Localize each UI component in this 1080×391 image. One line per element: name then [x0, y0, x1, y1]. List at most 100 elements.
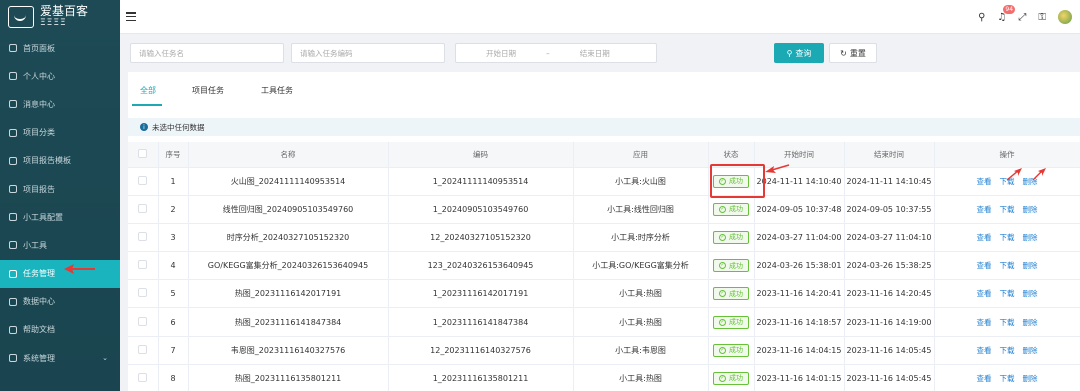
search-button-label: 查询	[795, 48, 812, 58]
row-end-time: 2023-11-16 14:19:00	[844, 307, 935, 337]
sidebar-item-label: 消息中心	[23, 99, 55, 109]
view-link[interactable]: 查看	[977, 177, 992, 186]
delete-link[interactable]: 删除	[1023, 318, 1038, 327]
download-link[interactable]: 下载	[1000, 318, 1015, 327]
view-link[interactable]: 查看	[977, 289, 992, 298]
sidebar-item-5[interactable]: 项目报告	[0, 175, 120, 203]
category-icon	[9, 128, 17, 137]
row-start-time: 2023-11-16 14:01:15	[754, 364, 845, 391]
start-date-input[interactable]: 开始日期	[486, 48, 516, 59]
task-icon	[9, 269, 17, 278]
view-link[interactable]: 查看	[977, 374, 992, 383]
row-index: 3	[158, 223, 189, 253]
sidebar-item-9[interactable]: 数据中心	[0, 288, 120, 316]
sidebar-item-10[interactable]: 帮助文档	[0, 316, 120, 344]
delete-link[interactable]: 删除	[1023, 233, 1038, 242]
end-date-input[interactable]: 结束日期	[580, 48, 610, 59]
row-actions: 查看 下载 删除	[934, 307, 1080, 337]
delete-link[interactable]: 删除	[1023, 289, 1038, 298]
select-all-checkbox[interactable]	[138, 148, 148, 158]
row-checkbox[interactable]	[138, 260, 148, 270]
row-checkbox[interactable]	[138, 203, 148, 213]
view-link[interactable]: 查看	[977, 233, 992, 242]
download-link[interactable]: 下载	[1000, 289, 1015, 298]
sidebar-item-label: 系统管理	[23, 353, 55, 363]
task-name-input[interactable]: 请输入任务名	[130, 43, 284, 63]
table-header-row: 序号 名称 编码 应用 状态 开始时间 结束时间 操作	[128, 142, 1080, 168]
view-link[interactable]: 查看	[977, 346, 992, 355]
view-link[interactable]: 查看	[977, 205, 992, 214]
row-app: 小工具:时序分析	[573, 223, 709, 253]
delete-link[interactable]: 删除	[1023, 346, 1038, 355]
sidebar-item-0[interactable]: 首页面板	[0, 34, 120, 62]
search-button[interactable]: ⚲ 查询	[774, 43, 824, 63]
row-select-cell	[128, 279, 159, 309]
delete-link[interactable]: 删除	[1023, 261, 1038, 270]
row-checkbox[interactable]	[138, 231, 148, 241]
sidebar: 爱基百客 ΞΞΞΞ 首页面板 个人中心消息中心项目分类 项目报告模板 项目报告小工具配…	[0, 0, 120, 391]
sidebar-item-2[interactable]: 消息中心	[0, 90, 120, 118]
row-name: 热图_20231116135801211	[188, 364, 389, 391]
row-name: 韦恩图_20231116140327576	[188, 336, 389, 365]
tab-underline	[132, 104, 162, 106]
row-checkbox[interactable]	[138, 175, 148, 185]
row-actions: 查看 下载 删除	[934, 223, 1080, 253]
download-link[interactable]: 下载	[1000, 233, 1015, 242]
sidebar-item-label: 小工具配置	[23, 212, 63, 222]
sidebar-item-7[interactable]: 小工具	[0, 231, 120, 259]
status-badge: ✓ 成功	[713, 287, 749, 301]
avatar[interactable]	[1058, 10, 1072, 24]
sidebar-item-4[interactable]: 项目报告模板	[0, 147, 120, 175]
row-name: 热图_20231116142017191	[188, 279, 389, 309]
sidebar-item-3[interactable]: 项目分类	[0, 119, 120, 147]
search-icon[interactable]: ⚲	[978, 12, 985, 23]
row-code: 123_20240326153640945	[388, 251, 574, 281]
delete-link[interactable]: 删除	[1023, 374, 1038, 383]
row-checkbox[interactable]	[138, 372, 148, 382]
row-name: 火山图_20241111140953514	[188, 167, 389, 196]
date-range-picker[interactable]: 开始日期 – 结束日期	[455, 43, 657, 63]
table-row: 1 火山图_20241111140953514 1_2024111114095351…	[128, 167, 1080, 196]
sidebar-item-8[interactable]: 任务管理	[0, 259, 120, 288]
tab-bar: 全部 项目任务 工具任务	[128, 72, 1080, 108]
lock-icon[interactable]: ⚿	[1038, 12, 1046, 23]
task-code-input[interactable]: 请输入任务编码	[291, 43, 445, 63]
check-circle-icon: ✓	[719, 205, 726, 213]
row-index: 2	[158, 195, 189, 224]
download-link[interactable]: 下载	[1000, 205, 1015, 214]
row-index: 7	[158, 336, 189, 365]
notification-badge: 94	[1003, 4, 1016, 14]
download-link[interactable]: 下载	[1000, 261, 1015, 270]
download-link[interactable]: 下载	[1000, 346, 1015, 355]
row-actions: 查看 下载 删除	[934, 195, 1080, 224]
tab-project-tasks[interactable]: 项目任务	[192, 85, 224, 96]
download-link[interactable]: 下载	[1000, 374, 1015, 383]
menu-toggle-icon[interactable]	[126, 12, 136, 21]
sidebar-item-label: 帮助文档	[23, 325, 55, 335]
row-checkbox[interactable]	[138, 316, 148, 326]
data-icon	[9, 297, 17, 306]
row-end-time: 2023-11-16 14:20:45	[844, 279, 935, 309]
tab-tool-tasks[interactable]: 工具任务	[261, 85, 293, 96]
reset-button[interactable]: ↻ 重置	[829, 43, 877, 63]
task-table: 序号 名称 编码 应用 状态 开始时间 结束时间 操作 1 火山图_2024111…	[128, 142, 1080, 391]
row-name: 热图_20231116141847384	[188, 307, 389, 337]
content-panel: 全部 项目任务 工具任务 i 未选中任何数据 序号 名称 编码 应用 状态 开始…	[128, 72, 1080, 391]
alert-text: 未选中任何数据	[152, 122, 205, 132]
tab-all[interactable]: 全部	[140, 85, 156, 96]
sidebar-item-11[interactable]: 系统管理 ⌄	[0, 344, 120, 372]
sidebar-item-6[interactable]: 小工具配置	[0, 203, 120, 231]
row-checkbox[interactable]	[138, 344, 148, 354]
status-text: 成功	[729, 318, 743, 327]
view-link[interactable]: 查看	[977, 261, 992, 270]
help-icon	[9, 325, 17, 334]
status-text: 成功	[729, 289, 743, 298]
sidebar-item-1[interactable]: 个人中心	[0, 62, 120, 90]
bell-icon[interactable]: ♫ 94	[997, 4, 1016, 23]
delete-link[interactable]: 删除	[1023, 205, 1038, 214]
fullscreen-icon[interactable]: ⤢	[1018, 12, 1026, 23]
logo: 爱基百客 ΞΞΞΞ	[0, 0, 120, 34]
view-link[interactable]: 查看	[977, 318, 992, 327]
row-checkbox[interactable]	[138, 288, 148, 298]
row-select-cell	[128, 195, 159, 224]
